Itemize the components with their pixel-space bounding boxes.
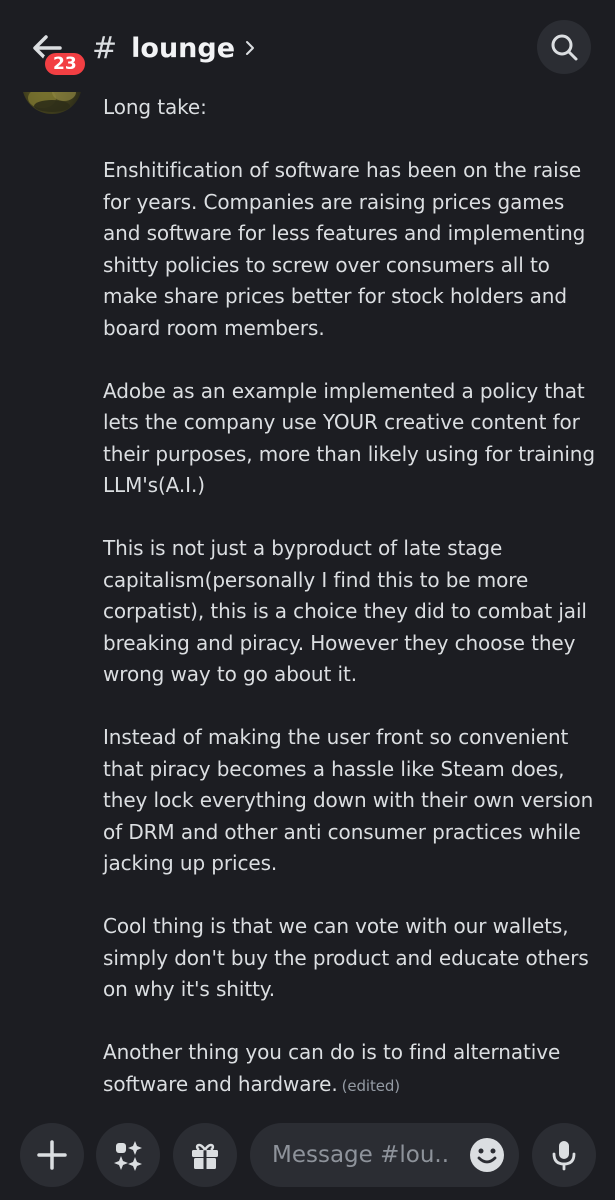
message-paragraph: Enshitification of software has been on … [103,158,586,340]
message-input-placeholder: Message #lou... [272,1142,447,1168]
search-icon [551,34,578,61]
plus-icon [37,1140,67,1170]
message-content: Long take: Enshitification of software h… [103,92,598,1102]
emoji-icon [470,1138,504,1172]
attach-button[interactable] [20,1123,84,1187]
avatar[interactable] [22,92,82,114]
gift-button[interactable] [173,1123,237,1187]
chevron-right-icon [246,41,255,55]
hash-icon: # [92,30,118,66]
message-paragraph-text: Another thing you can do is to find alte… [103,1040,561,1096]
channel-title[interactable]: # lounge [92,28,257,68]
apps-button[interactable] [96,1123,160,1187]
composer: Message #lou... [0,1108,615,1200]
message-paragraph: This is not just a byproduct of late sta… [103,536,587,686]
message-paragraph-last: Another thing you can do is to find alte… [103,1037,598,1102]
message-list[interactable]: Long take: Enshitification of software h… [0,92,615,1108]
edited-label: (edited) [341,1076,401,1095]
message-input[interactable]: Message #lou... [250,1123,519,1187]
gift-icon [192,1143,218,1169]
message-paragraph: Cool thing is that we can vote with our … [103,914,589,1001]
channel-name: lounge [131,32,236,64]
search-button[interactable] [537,20,591,74]
channel-header: 23 # lounge [0,0,615,92]
message-paragraph: Long take: [103,95,207,119]
emoji-button[interactable] [469,1137,505,1173]
unread-badge: 23 [42,50,88,78]
message-paragraph: Instead of making the user front so conv… [103,725,594,875]
apps-icon [114,1141,142,1171]
message-paragraph: Adobe as an example implemented a policy… [103,378,595,498]
app: 23 # lounge Long take: Enshitification o… [0,0,615,1200]
microphone-icon [552,1141,576,1171]
voice-button[interactable] [532,1123,596,1187]
